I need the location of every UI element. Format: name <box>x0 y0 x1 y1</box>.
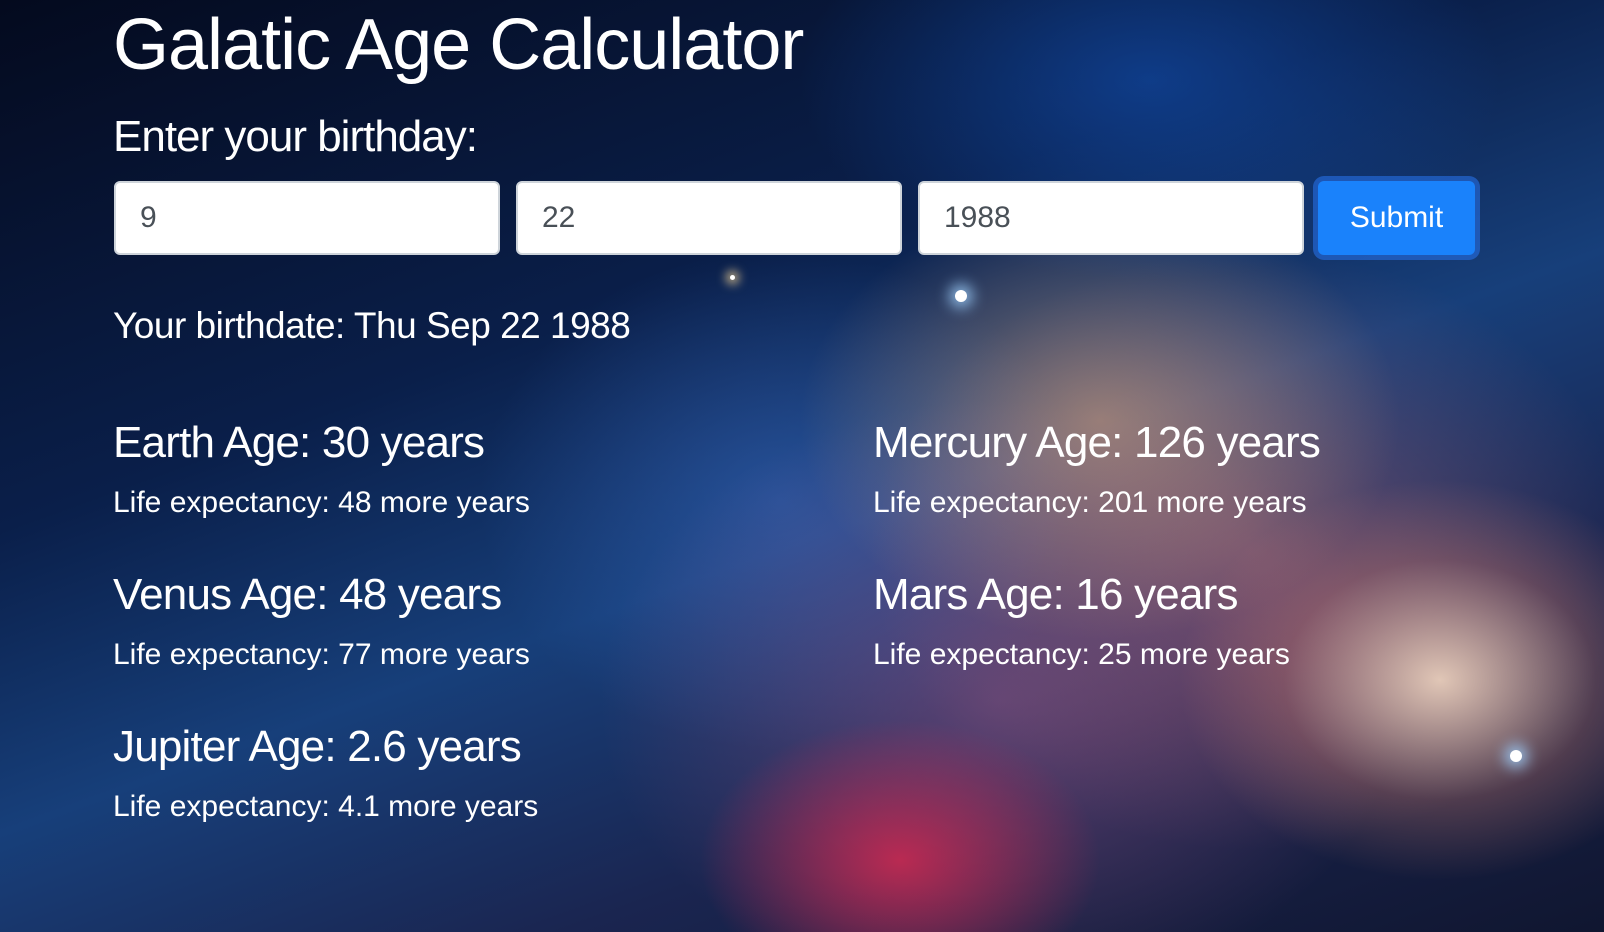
birthdate-text: Your birthdate: Thu Sep 22 1988 <box>113 305 631 346</box>
birthday-label: Enter your birthday: <box>113 112 478 161</box>
mercury-life-expectancy: Life expectancy: 201 more years <box>873 486 1307 519</box>
year-input[interactable] <box>918 181 1304 255</box>
page-title: Galatic Age Calculator <box>113 5 804 85</box>
day-input[interactable] <box>516 181 902 255</box>
month-input[interactable] <box>114 181 500 255</box>
jupiter-age: Jupiter Age: 2.6 years <box>113 722 522 771</box>
venus-result: Venus Age: 48 years Life expectancy: 77 … <box>113 570 530 672</box>
star-decoration <box>955 290 967 302</box>
star-decoration <box>730 275 735 280</box>
star-decoration <box>1510 750 1522 762</box>
earth-result: Earth Age: 30 years Life expectancy: 48 … <box>113 418 530 520</box>
mars-life-expectancy: Life expectancy: 25 more years <box>873 638 1290 671</box>
submit-button[interactable]: Submit <box>1318 181 1475 255</box>
mars-result: Mars Age: 16 years Life expectancy: 25 m… <box>873 570 1290 672</box>
earth-life-expectancy: Life expectancy: 48 more years <box>113 486 530 519</box>
venus-life-expectancy: Life expectancy: 77 more years <box>113 638 530 671</box>
jupiter-life-expectancy: Life expectancy: 4.1 more years <box>113 790 539 823</box>
jupiter-result: Jupiter Age: 2.6 years Life expectancy: … <box>113 722 538 824</box>
mercury-age: Mercury Age: 126 years <box>873 418 1321 467</box>
earth-age: Earth Age: 30 years <box>113 418 485 467</box>
mars-age: Mars Age: 16 years <box>873 570 1238 619</box>
mercury-result: Mercury Age: 126 years Life expectancy: … <box>873 418 1321 520</box>
venus-age: Venus Age: 48 years <box>113 570 502 619</box>
